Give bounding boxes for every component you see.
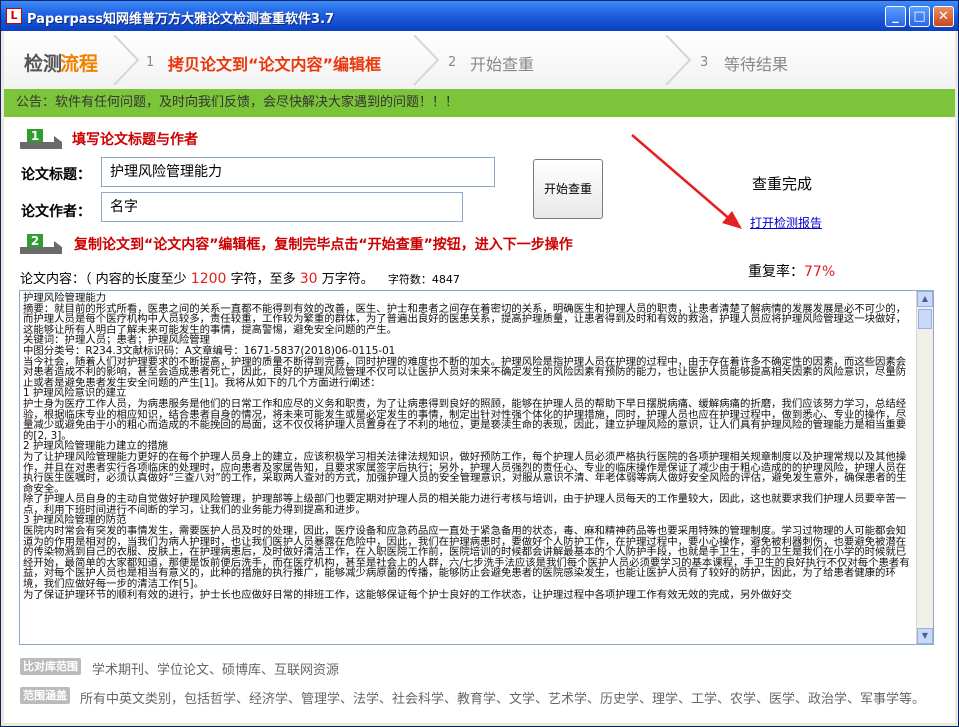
- title-label: 论文标题：: [21, 167, 91, 183]
- step-2-badge-icon: 2: [20, 234, 62, 254]
- content-info: 论文内容：（ 内容的长度至少 1200 字符，至多 30 万字符。 字符数：48…: [20, 268, 460, 287]
- content-min: 1200: [190, 271, 227, 287]
- author-input[interactable]: 名字: [101, 192, 463, 222]
- window-title: Paperpass知网维普万方大雅论文检测查重软件3.7: [27, 12, 335, 27]
- content-textarea[interactable]: 护理风险管理能力 摘要：就目前的形式所看，医患之间的关系一直都不能得到有效的改善…: [19, 290, 934, 645]
- char-count: 字符数：4847: [387, 273, 460, 286]
- svg-text:1: 1: [31, 129, 39, 143]
- content-text: 护理风险管理能力 摘要：就目前的形式所看，医患之间的关系一直都不能得到有效的改善…: [23, 292, 910, 601]
- app-logo-icon: L: [6, 8, 22, 24]
- step-heading-part2: 流程: [60, 53, 99, 75]
- coverage-text: 所有中英文类别，包括哲学、经济学、管理学、法学、社会科学、教育学、文学、艺术学、…: [80, 692, 926, 707]
- app-window: L Paperpass知网维普万方大雅论文检测查重软件3.7 _ □ ✕ 检测 …: [0, 0, 959, 727]
- duplicate-rate: 重复率：77%: [748, 261, 835, 281]
- content-suffix: 万字符。: [321, 272, 374, 287]
- maximize-button[interactable]: □: [909, 6, 930, 27]
- start-check-button[interactable]: 开始查重: [533, 159, 603, 219]
- notice-banner: 公告：软件有任何问题，及时向我们反馈，会尽快解决大家遇到的问题！！！: [4, 89, 955, 117]
- step-3-number: 3: [700, 55, 709, 70]
- step-2-label: 开始查重: [470, 55, 535, 74]
- scroll-thumb[interactable]: [918, 309, 932, 329]
- content-mid: 字符，至多: [230, 272, 296, 287]
- title-input[interactable]: 护理风险管理能力: [101, 157, 495, 187]
- author-label: 论文作者：: [21, 204, 91, 220]
- scroll-up-button[interactable]: ▲: [917, 291, 933, 307]
- coverage-tag: 范围涵盖: [20, 687, 70, 704]
- duplicate-rate-value: 77%: [804, 264, 836, 280]
- minimize-button[interactable]: _: [885, 6, 906, 27]
- scroll-down-button[interactable]: ▼: [917, 628, 933, 644]
- red-arrow-icon: [631, 134, 742, 229]
- open-report-link[interactable]: 打开检测报告: [750, 214, 822, 231]
- step-3-label: 等待结果: [724, 55, 789, 74]
- content-max: 30: [299, 271, 318, 287]
- step-bar: 检测 流程 1 拷贝论文到“论文内容”编辑框 2 开始查重 3 等待结果: [4, 31, 955, 90]
- step-2-number: 2: [448, 55, 457, 70]
- step-1-badge-icon: 1: [20, 129, 62, 149]
- svg-text:2: 2: [31, 234, 39, 248]
- compare-scope-text: 学术期刊、学位论文、硕博库、互联网资源: [92, 663, 340, 678]
- step-1-number: 1: [146, 55, 155, 70]
- check-status: 查重完成: [752, 175, 813, 193]
- close-button[interactable]: ✕: [933, 6, 954, 27]
- compare-scope-tag: 比对库范围: [20, 658, 81, 675]
- section2-title: 复制论文到“论文内容”编辑框，复制完毕点击“开始查重”按钮，进入下一步操作: [74, 237, 573, 253]
- chevron-right-icon: [113, 35, 140, 85]
- duplicate-rate-label: 重复率：: [748, 264, 804, 280]
- chevron-right-icon: [413, 35, 440, 85]
- vertical-scrollbar[interactable]: ▲ ▼: [916, 291, 933, 644]
- client-area: 检测 流程 1 拷贝论文到“论文内容”编辑框 2 开始查重 3 等待结果 公告：…: [4, 31, 955, 723]
- step-heading-part1: 检测: [24, 53, 63, 75]
- section1-title: 填写论文标题与作者: [72, 132, 198, 148]
- title-bar[interactable]: L Paperpass知网维普万方大雅论文检测查重软件3.7 _ □ ✕: [1, 1, 958, 31]
- step-1-label: 拷贝论文到“论文内容”编辑框: [168, 55, 382, 74]
- chevron-right-icon: [665, 35, 692, 85]
- content-label: 论文内容：（ 内容的长度至少: [20, 272, 187, 287]
